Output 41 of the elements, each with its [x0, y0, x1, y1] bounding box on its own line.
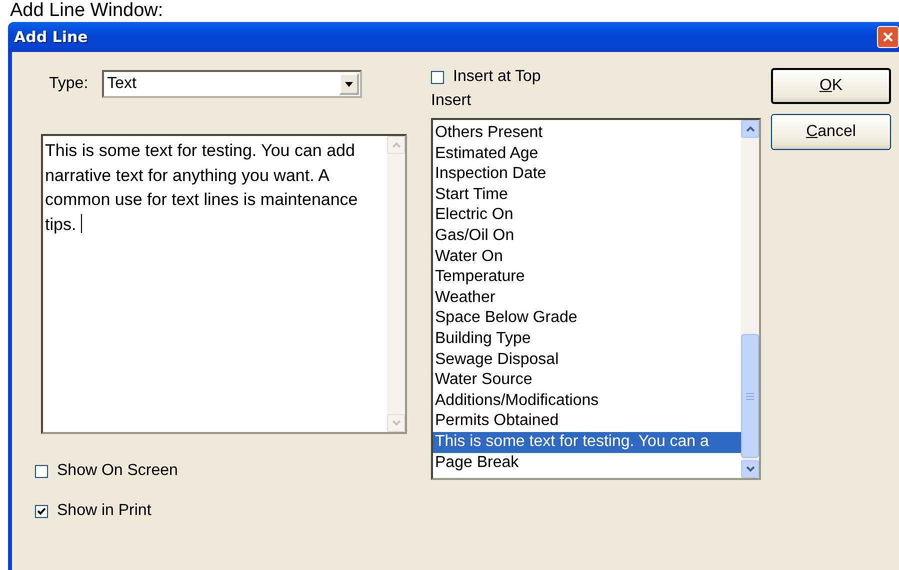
checkbox[interactable]	[35, 504, 48, 518]
insert-label: Insert	[431, 92, 472, 110]
list-item[interactable]: Gas/Oil On	[433, 226, 741, 247]
dropdown-arrow-icon	[345, 82, 354, 86]
list-item[interactable]: Weather	[433, 288, 741, 308]
close-icon	[882, 31, 894, 43]
list-item[interactable]: Additions/Modifications	[433, 390, 741, 412]
list-item[interactable]: Building Type	[433, 328, 741, 350]
grip-icon	[746, 392, 754, 400]
list-item[interactable]: Temperature	[433, 267, 741, 288]
checkbox[interactable]	[431, 70, 444, 84]
list-item[interactable]: Others Present	[433, 123, 741, 144]
checkbox-label[interactable]: Show in Print	[57, 502, 152, 520]
type-dropdown[interactable]: Text	[102, 70, 362, 98]
cancel-button[interactable]: Cancel	[771, 114, 891, 150]
scrollbar[interactable]	[741, 120, 759, 478]
scroll-down-icon	[392, 420, 400, 426]
ok-button[interactable]: OK	[771, 68, 891, 104]
list-item[interactable]: Water On	[433, 246, 741, 268]
window-title: Add Line	[14, 28, 88, 46]
scroll-up-icon	[392, 142, 400, 148]
checkbox-label[interactable]: Insert at Top	[453, 68, 541, 86]
list-item[interactable]: Electric On	[433, 205, 741, 226]
list-item[interactable]: This is some text for testing. You can a	[433, 432, 741, 452]
checkbox-label[interactable]: Show On Screen	[57, 462, 178, 480]
text-area[interactable]: This is some text for testing. You can add narrative text for anything you want. A common use for text lines is maintenance tips.	[41, 134, 407, 434]
list-item[interactable]: Sewage Disposal	[433, 350, 741, 370]
list-item[interactable]: Water Source	[433, 370, 741, 391]
scroll-down-icon	[746, 466, 754, 472]
scrollbar[interactable]	[387, 136, 405, 432]
list-item[interactable]: Start Time	[433, 184, 741, 206]
list-item[interactable]: Space Below Grade	[433, 308, 741, 329]
list-item[interactable]: Estimated Age	[433, 144, 741, 164]
checkbox[interactable]	[35, 464, 48, 478]
list-item[interactable]: Permits Obtained	[433, 411, 741, 432]
list-item[interactable]: Inspection Date	[433, 164, 741, 185]
type-label: Type:	[49, 75, 88, 93]
scroll-up-icon	[746, 126, 754, 132]
close-button[interactable]	[877, 26, 899, 48]
caption: Add Line Window:	[10, 0, 164, 22]
list-item[interactable]: Page Break	[433, 452, 741, 474]
